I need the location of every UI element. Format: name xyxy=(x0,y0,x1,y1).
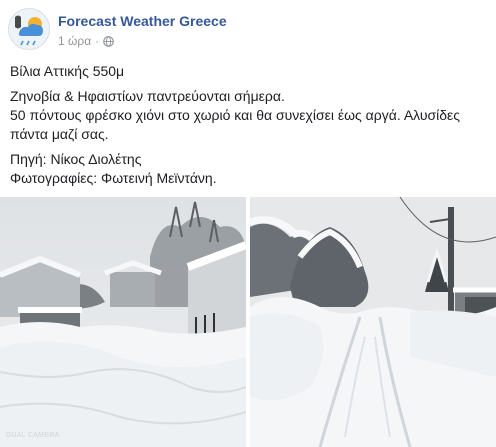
photo-snowy-road[interactable] xyxy=(250,197,496,447)
post-paragraph-body: Ζηνοβία & Ηφαιστίων παντρεύονται σήμερα.… xyxy=(10,87,488,144)
post-meta: 1 ώρα · xyxy=(58,34,114,48)
post-line: Ζηνοβία & Ηφαιστίων παντρεύονται σήμερα. xyxy=(10,88,285,104)
photo-snowy-village-street[interactable]: DUAL CAMERA xyxy=(0,197,246,447)
post-paragraph-credits: Πηγή: Νίκος Διολέτης Φωτογραφίες: Φωτειν… xyxy=(10,150,488,188)
post-timestamp[interactable]: 1 ώρα xyxy=(58,34,91,48)
page-logo xyxy=(9,9,49,49)
globe-icon[interactable] xyxy=(103,35,114,47)
meta-separator: · xyxy=(95,34,100,48)
page-avatar[interactable] xyxy=(8,8,50,50)
post-paragraph-location: Βίλια Αττικής 550μ xyxy=(10,62,488,81)
post-line: 50 πόντους φρέσκο χιόνι στο χωριό και θα… xyxy=(10,107,461,142)
photo-grid: DUAL CAMERA xyxy=(0,197,496,447)
post-text: Βίλια Αττικής 550μ Ζηνοβία & Ηφαιστίων π… xyxy=(10,62,488,194)
post-line: Φωτογραφίες: Φωτεινή Μεϊντάνη. xyxy=(10,170,217,186)
post-line: Βίλια Αττικής 550μ xyxy=(10,63,125,79)
camera-watermark: DUAL CAMERA xyxy=(6,432,60,439)
post-line: Πηγή: Νίκος Διολέτης xyxy=(10,151,142,167)
page-name-link[interactable]: Forecast Weather Greece xyxy=(58,13,227,29)
post-header: Forecast Weather Greece 1 ώρα · xyxy=(8,8,488,52)
